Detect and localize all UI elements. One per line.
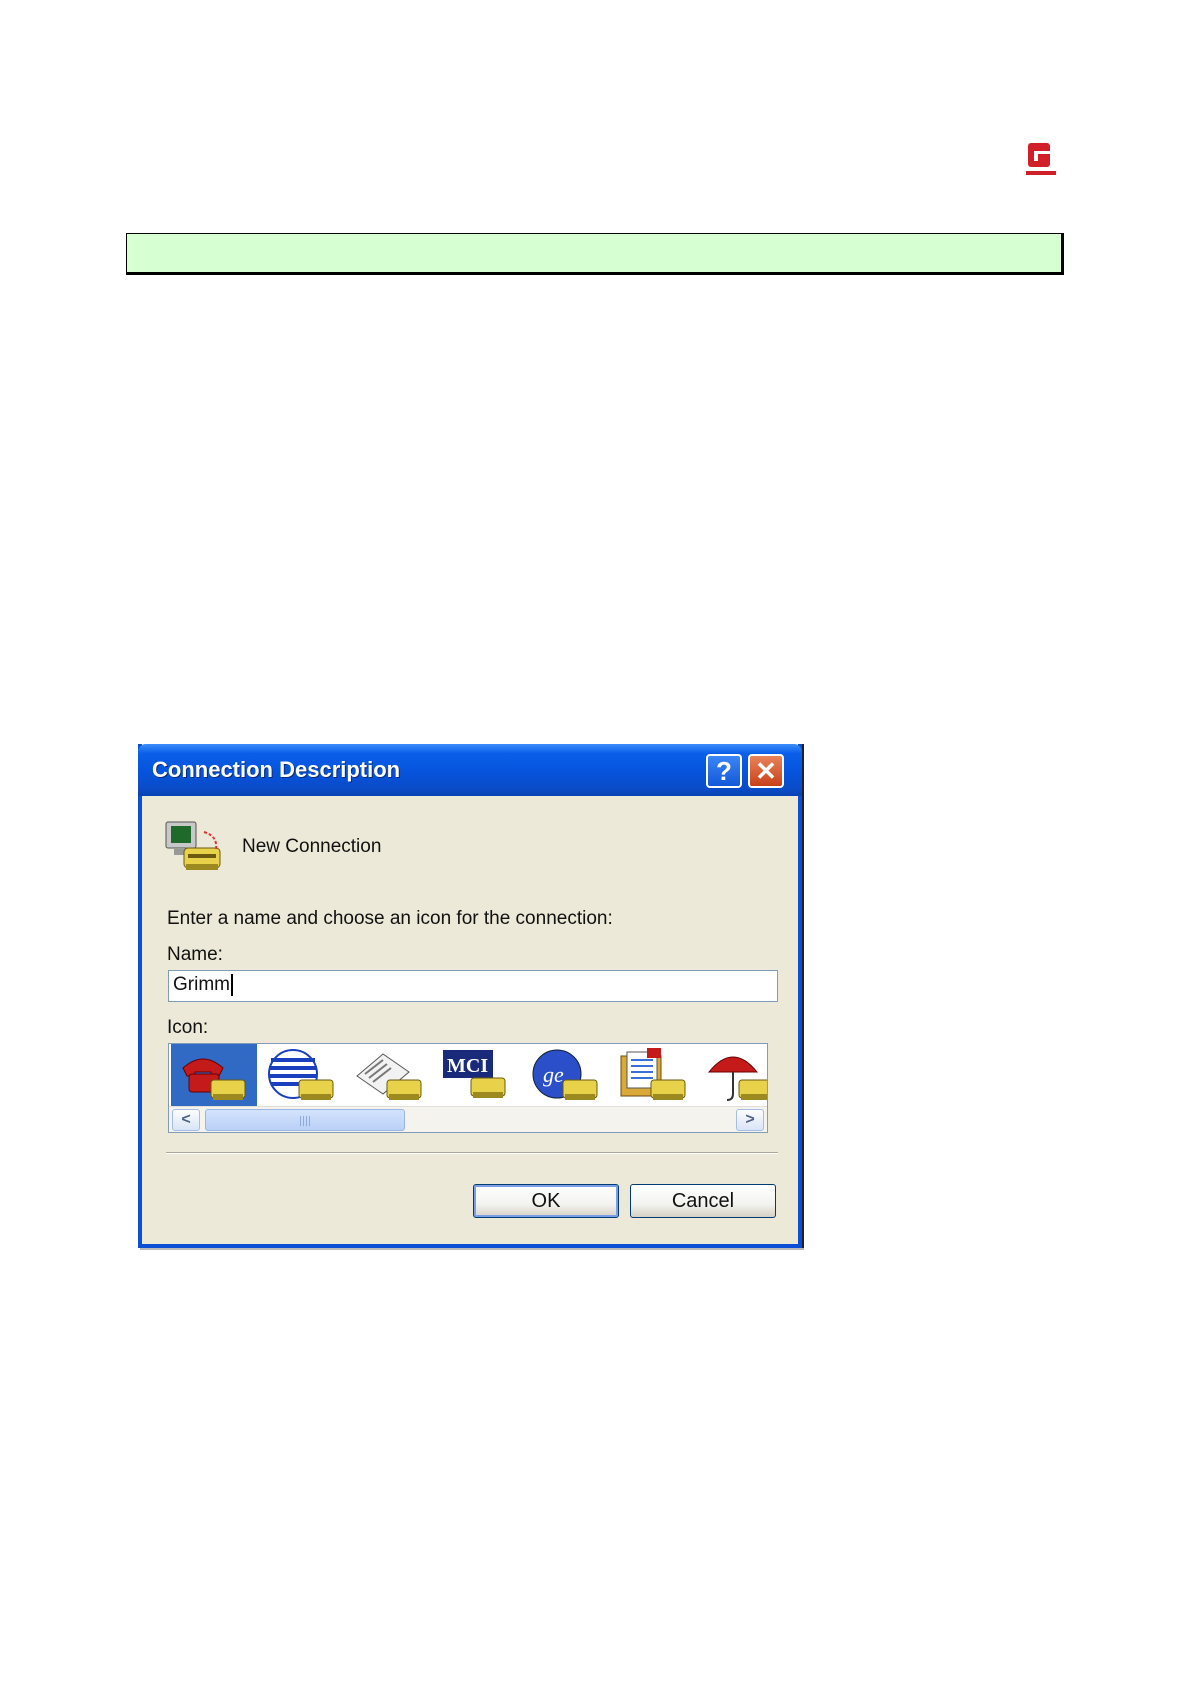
chevron-right-icon: > bbox=[745, 1111, 755, 1128]
dialog-title: Connection Description bbox=[152, 757, 401, 782]
mci-phone-icon[interactable]: MCI bbox=[435, 1044, 521, 1106]
close-icon: ✕ bbox=[755, 755, 777, 786]
close-button[interactable]: ✕ bbox=[748, 754, 784, 788]
cancel-button[interactable]: Cancel bbox=[630, 1184, 776, 1218]
svg-text:ge: ge bbox=[543, 1062, 564, 1087]
horizontal-scrollbar[interactable]: < > bbox=[169, 1106, 767, 1132]
connection-label: New Connection bbox=[242, 836, 382, 857]
instruction-text: Enter a name and choose an icon for the … bbox=[167, 908, 613, 929]
scroll-thumb[interactable] bbox=[205, 1109, 405, 1131]
scroll-right-button[interactable]: > bbox=[736, 1109, 764, 1131]
computer-phone-icon bbox=[164, 818, 226, 874]
newspaper-phone-icon[interactable] bbox=[347, 1044, 433, 1106]
red-phone-icon[interactable] bbox=[171, 1044, 257, 1106]
dialog-shadow-right bbox=[802, 744, 804, 1250]
dialog-titlebar[interactable]: Connection Description ? ✕ bbox=[138, 744, 802, 796]
ok-button[interactable]: OK bbox=[473, 1184, 619, 1218]
scroll-grip-icon bbox=[300, 1116, 312, 1126]
globe-phone-icon[interactable] bbox=[259, 1044, 345, 1106]
section-banner bbox=[126, 233, 1064, 275]
ge-phone-icon[interactable]: ge bbox=[523, 1044, 609, 1106]
help-button[interactable]: ? bbox=[706, 754, 742, 788]
chevron-left-icon: < bbox=[181, 1111, 191, 1128]
svg-text:MCI: MCI bbox=[447, 1055, 488, 1077]
text-caret bbox=[230, 974, 233, 996]
dialog-shadow-bottom bbox=[140, 1248, 804, 1250]
icon-label: Icon: bbox=[167, 1017, 209, 1038]
connection-description-dialog: Connection Description ? ✕ New Connectio… bbox=[138, 744, 802, 1248]
divider bbox=[166, 1152, 778, 1154]
umbrella-phone-icon[interactable] bbox=[699, 1044, 767, 1106]
name-value: Grimm bbox=[173, 974, 230, 996]
icon-list[interactable]: MCI ge < > bbox=[168, 1043, 768, 1133]
name-input[interactable]: Grimm bbox=[168, 970, 778, 1002]
name-label: Name: bbox=[167, 944, 223, 965]
scroll-left-button[interactable]: < bbox=[172, 1109, 200, 1131]
documents-phone-icon[interactable] bbox=[611, 1044, 697, 1106]
help-icon: ? bbox=[716, 755, 732, 786]
grimm-logo bbox=[1026, 141, 1056, 177]
